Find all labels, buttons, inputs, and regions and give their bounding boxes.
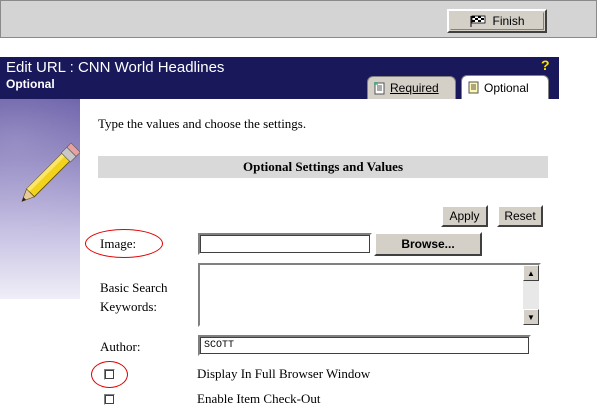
page-title: Edit URL : CNN World Headlines (6, 59, 225, 76)
full-browser-window-checkbox[interactable] (104, 369, 115, 380)
help-icon[interactable]: ? (541, 57, 550, 73)
enable-checkout-label: Enable Item Check-Out (197, 391, 321, 406)
keywords-label: Basic Search Keywords: (100, 278, 168, 316)
apply-button[interactable]: Apply (441, 205, 488, 227)
intro-text: Type the values and choose the settings. (98, 116, 307, 131)
finish-button[interactable]: Finish (447, 9, 547, 33)
scroll-down-arrow-icon[interactable]: ▼ (523, 309, 539, 325)
scroll-up-arrow-icon[interactable]: ▲ (523, 265, 539, 281)
textarea-scrollbar[interactable]: ▲ ▼ (523, 265, 539, 325)
keywords-label-line1: Basic Search (100, 280, 168, 295)
tab-required-label: Required (390, 81, 439, 95)
image-input[interactable] (198, 233, 372, 255)
author-input[interactable]: SCOTT (198, 335, 531, 356)
document-icon (468, 81, 479, 94)
document-icon (374, 81, 385, 94)
checkered-flag-icon (470, 15, 486, 27)
enable-checkout-checkbox[interactable] (104, 394, 115, 405)
author-label: Author: (100, 339, 141, 354)
reset-button[interactable]: Reset (497, 205, 543, 227)
image-label: Image: (100, 236, 137, 251)
page-subtitle: Optional (6, 77, 55, 91)
browse-button[interactable]: Browse... (374, 232, 482, 256)
section-header: Optional Settings and Values (98, 156, 548, 178)
full-browser-window-label: Display In Full Browser Window (197, 366, 371, 381)
tab-required[interactable]: Required (367, 76, 456, 99)
tab-optional[interactable]: Optional (461, 75, 549, 99)
finish-button-label: Finish (492, 14, 525, 28)
tab-optional-label: Optional (484, 80, 529, 95)
keywords-textarea[interactable]: ▲ ▼ (198, 263, 541, 327)
keywords-label-line2: Keywords: (100, 299, 158, 314)
